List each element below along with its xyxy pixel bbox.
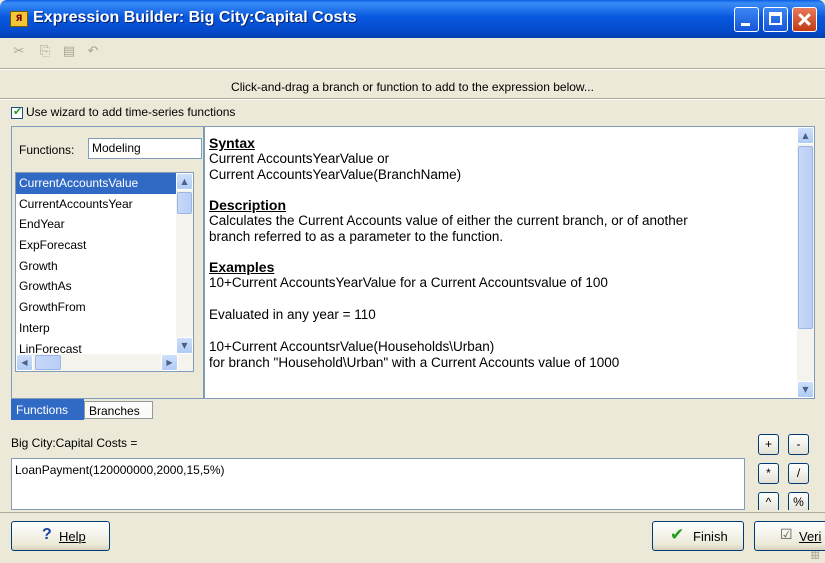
functions-category-field[interactable]: Modeling xyxy=(88,138,202,159)
verify-icon: ☑ xyxy=(780,527,793,543)
description-line: Calculates the Current Accounts value of… xyxy=(209,213,688,228)
maximize-icon xyxy=(769,12,782,25)
wizard-label: Use wizard to add time-series functions xyxy=(26,105,236,119)
function-list-item[interactable]: Growth xyxy=(16,256,193,277)
percent-button[interactable]: % xyxy=(788,492,809,510)
verify-button[interactable]: ☑ Veri xyxy=(754,521,825,551)
functions-vertical-scrollbar[interactable]: ▲ ▼ xyxy=(176,173,193,354)
instruction-text: Click-and-drag a branch or function to a… xyxy=(231,80,594,94)
functions-list-items: CurrentAccountsValue CurrentAccountsYear E… xyxy=(16,173,193,359)
scroll-right-icon[interactable]: ▶ xyxy=(161,354,178,371)
functions-list[interactable]: CurrentAccountsValue CurrentAccountsYear E… xyxy=(15,172,194,372)
close-icon xyxy=(793,8,816,31)
resize-grip[interactable] xyxy=(811,551,819,559)
finish-button-label: Finish xyxy=(693,529,728,544)
window-title: Expression Builder: Big City:Capital Cos… xyxy=(33,9,357,26)
function-list-item[interactable]: ExpForecast xyxy=(16,235,193,256)
plus-button[interactable]: + xyxy=(758,434,779,455)
scroll-thumb[interactable] xyxy=(798,146,813,329)
operator-overflow: ^ % xyxy=(755,490,825,510)
verify-button-label: Veri xyxy=(799,529,822,544)
function-help-panel: Syntax Current AccountsYearValue or Curr… xyxy=(204,126,815,399)
checkmark-icon: ✔ xyxy=(13,105,23,118)
expression-label: Big City:Capital Costs = xyxy=(11,436,138,450)
function-list-item[interactable]: EndYear xyxy=(16,214,193,235)
scroll-down-icon[interactable]: ▼ xyxy=(797,381,814,398)
cut-icon[interactable]: ✂ xyxy=(10,44,28,60)
help-button-label: Help xyxy=(59,529,86,544)
syntax-line: Current AccountsYearValue(BranchName) xyxy=(209,167,462,182)
copy-icon[interactable]: ⎘ xyxy=(36,44,54,60)
example-line: for branch "Household\Urban" with a Curr… xyxy=(209,355,620,370)
function-list-item[interactable]: CurrentAccountsYear xyxy=(16,194,193,215)
help-vertical-scrollbar[interactable]: ▲ ▼ xyxy=(797,127,814,398)
syntax-heading: Syntax xyxy=(209,135,255,151)
maximize-button[interactable] xyxy=(763,7,788,32)
title-bar[interactable]: Я Expression Builder: Big City:Capital C… xyxy=(0,0,825,38)
paste-icon[interactable]: ▤ xyxy=(60,44,78,60)
tab-branches[interactable]: Branches xyxy=(84,401,153,419)
help-icon: ? xyxy=(42,526,52,543)
minimize-icon xyxy=(741,23,750,26)
function-list-item[interactable]: GrowthFrom xyxy=(16,297,193,318)
footer-divider xyxy=(0,512,825,513)
help-button[interactable]: ? Help xyxy=(11,521,110,551)
scroll-up-icon[interactable]: ▲ xyxy=(797,127,814,144)
help-content: Syntax Current AccountsYearValue or Curr… xyxy=(209,135,789,371)
expression-builder-window: Я Expression Builder: Big City:Capital C… xyxy=(0,0,825,563)
scroll-left-icon[interactable]: ◀ xyxy=(16,354,33,371)
function-list-item[interactable]: CurrentAccountsValue xyxy=(16,173,193,194)
expression-editor[interactable]: LoanPayment(120000000,2000,15,5%) xyxy=(11,458,745,510)
function-list-item[interactable]: Interp xyxy=(16,318,193,339)
function-list-item[interactable]: GrowthAs xyxy=(16,276,193,297)
undo-icon[interactable]: ↶ xyxy=(84,44,102,60)
close-button[interactable] xyxy=(792,7,817,32)
functions-horizontal-scrollbar[interactable]: ◀ ▶ xyxy=(16,354,193,371)
divide-button[interactable]: / xyxy=(788,463,809,484)
scroll-down-icon[interactable]: ▼ xyxy=(176,337,193,354)
syntax-line: Current AccountsYearValue or xyxy=(209,151,390,166)
finish-button[interactable]: ✔ Finish xyxy=(652,521,744,551)
minimize-button[interactable] xyxy=(734,7,759,32)
check-icon: ✔ xyxy=(670,525,685,545)
example-line: 10+Current AccountsYearValue for a Curre… xyxy=(209,275,608,290)
multiply-button[interactable]: * xyxy=(758,463,779,484)
app-icon: Я xyxy=(10,11,28,27)
wizard-checkbox[interactable]: ✔ xyxy=(11,105,23,119)
tab-functions[interactable]: Functions xyxy=(11,399,84,420)
example-line: 10+Current AccountsrValue(Households\Urb… xyxy=(209,339,495,354)
horizontal-scroll-thumb[interactable] xyxy=(35,355,61,370)
functions-label: Functions: xyxy=(19,143,75,157)
scroll-thumb[interactable] xyxy=(177,192,192,214)
description-heading: Description xyxy=(209,197,287,213)
toolbar-divider-highlight xyxy=(0,69,825,70)
example-line: Evaluated in any year = 110 xyxy=(209,307,376,322)
instruction-divider-highlight xyxy=(0,99,825,100)
scroll-up-icon[interactable]: ▲ xyxy=(176,173,193,190)
description-line: branch referred to as a parameter to the… xyxy=(209,229,504,244)
minus-button[interactable]: - xyxy=(788,434,809,455)
toolbar: ✂ ⎘ ▤ ↶ xyxy=(0,38,825,66)
power-button[interactable]: ^ xyxy=(758,492,779,510)
examples-heading: Examples xyxy=(209,259,275,275)
